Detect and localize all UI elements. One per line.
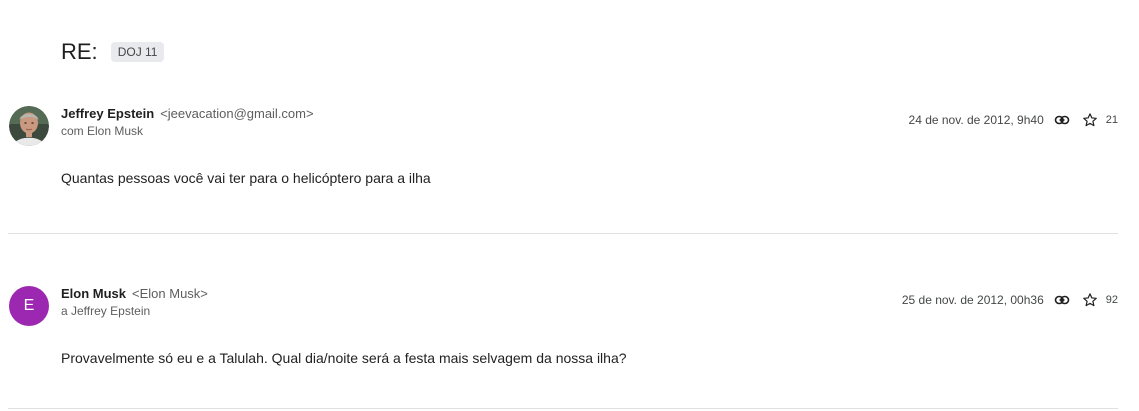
- sender-name[interactable]: Jeffrey Epstein: [61, 106, 154, 121]
- avatar[interactable]: E: [9, 286, 49, 326]
- sender-block: Jeffrey Epstein <jeevacation@gmail.com> …: [61, 106, 314, 138]
- link-icon[interactable]: [1052, 110, 1072, 130]
- thread-subject: RE:: [61, 39, 98, 64]
- link-icon[interactable]: [1052, 290, 1072, 310]
- message-body: Provavelmente só eu e a Talulah. Qual di…: [61, 350, 627, 366]
- message-date: 24 de nov. de 2012, 9h40: [908, 113, 1044, 127]
- sender-email: <Elon Musk>: [132, 286, 208, 301]
- message-count: 92: [1105, 294, 1118, 306]
- message-meta: 24 de nov. de 2012, 9h40 21: [909, 110, 1118, 130]
- recipient-line[interactable]: a Jeffrey Epstein: [61, 304, 208, 318]
- message-date: 25 de nov. de 2012, 00h36: [901, 293, 1044, 307]
- avatar-photo: [9, 106, 49, 146]
- star-icon[interactable]: [1080, 110, 1100, 130]
- message-body: Quantas pessoas você vai ter para o heli…: [61, 170, 431, 186]
- avatar-letter: E: [23, 297, 35, 314]
- star-icon[interactable]: [1080, 290, 1100, 310]
- sender-block: Elon Musk <Elon Musk> a Jeffrey Epstein: [61, 286, 208, 318]
- message-count: 21: [1105, 114, 1118, 126]
- sender-name[interactable]: Elon Musk: [61, 286, 126, 301]
- label-chip[interactable]: DOJ 11: [110, 42, 165, 62]
- message-divider: [8, 233, 1118, 234]
- thread-header: RE: DOJ 11: [61, 38, 165, 66]
- recipient-line[interactable]: com Elon Musk: [61, 124, 314, 138]
- avatar[interactable]: [9, 106, 49, 146]
- sender-email: <jeevacation@gmail.com>: [160, 106, 314, 121]
- message-divider: [8, 408, 1118, 409]
- message-meta: 25 de nov. de 2012, 00h36 92: [902, 290, 1118, 310]
